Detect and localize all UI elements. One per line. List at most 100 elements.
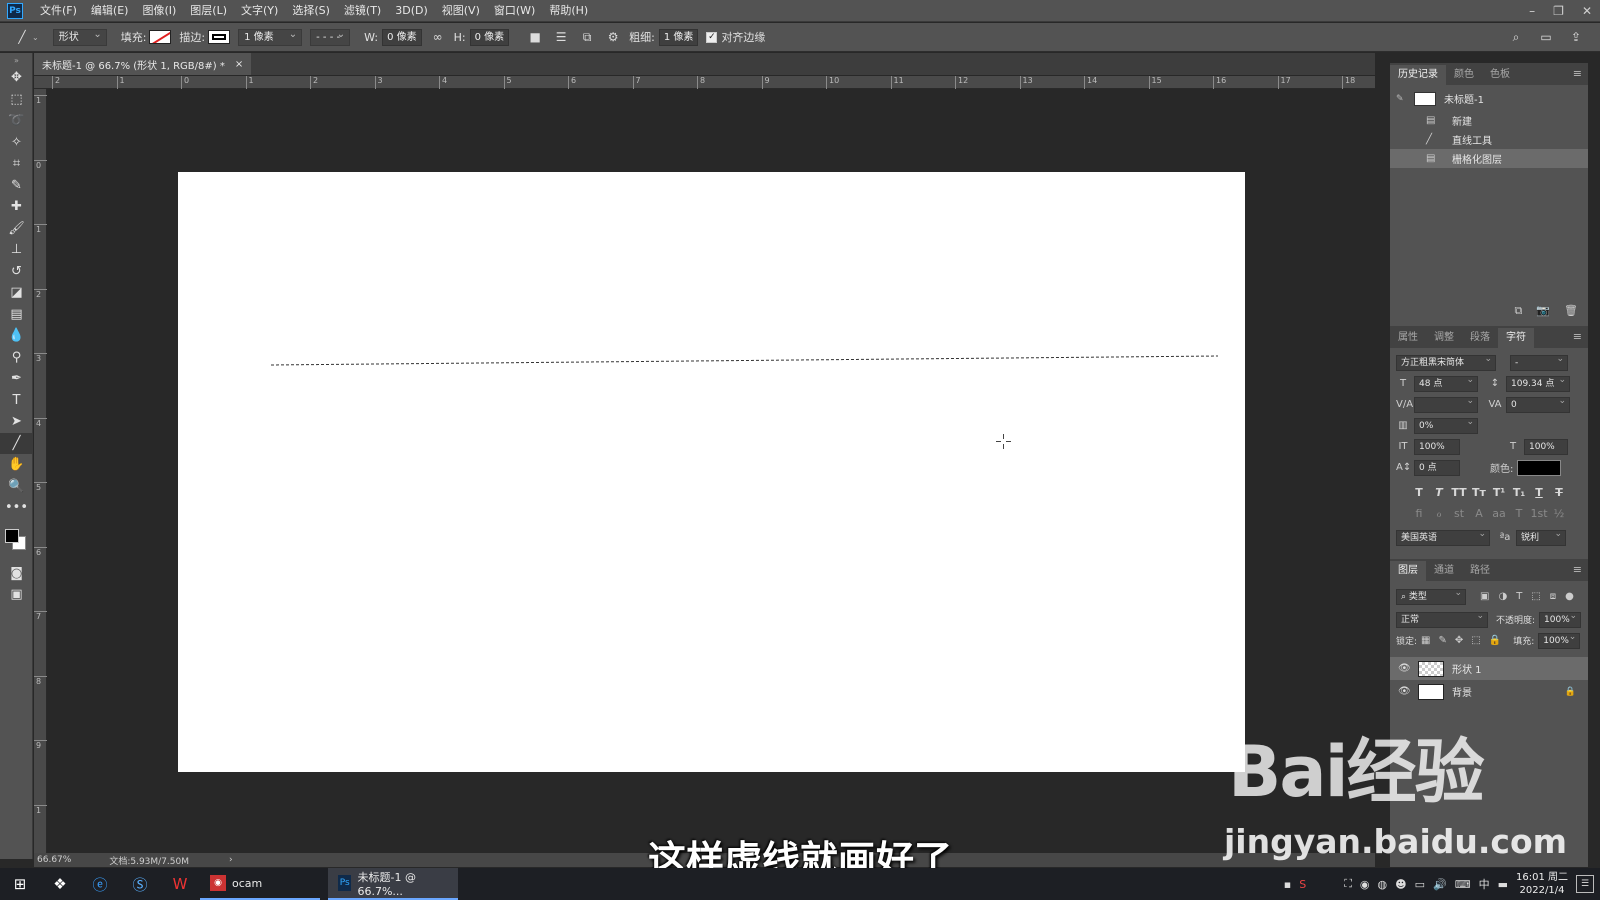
tracking-field[interactable]: 0 [1506,394,1570,413]
move-tool-icon[interactable]: ✥ [0,67,33,89]
menu-window[interactable]: 窗口(W) [487,0,542,22]
marquee-tool-icon[interactable]: ⬚ [0,89,33,111]
leading-field[interactable]: 109.34 点 [1506,373,1570,392]
tray-app-icon[interactable]: ▪ [1284,878,1291,891]
tab-paragraph[interactable]: 段落 [1462,328,1498,348]
baseline-shift-field[interactable]: 0 点 [1414,459,1460,476]
healing-brush-tool-icon[interactable]: ✚ [0,196,33,218]
qq-icon[interactable]: ☻ [1395,878,1406,891]
opacity-field[interactable]: 100% [1539,609,1582,628]
dodge-tool-icon[interactable]: ⚲ [0,347,33,369]
close-window-icon[interactable]: ✕ [1582,4,1592,18]
line-tool-active-icon[interactable]: ╱ [0,432,33,454]
menu-filter[interactable]: 滤镜(T) [337,0,388,22]
fill-swatch[interactable] [149,30,172,44]
tab-character[interactable]: 字符 [1498,328,1534,348]
weight-field[interactable]: 1 像素 [658,28,699,46]
fractions-button[interactable]: ½ [1550,507,1568,520]
strikethrough-button[interactable]: T [1550,486,1568,499]
lock-transparent-icon[interactable]: ▦ [1421,635,1430,646]
menu-file[interactable]: 文件(F) [33,0,84,22]
magic-wand-tool-icon[interactable]: ✧ [0,132,33,154]
stroke-style-select[interactable]: - - - - [310,27,351,46]
edge-browser-icon[interactable]: ⓔ [80,868,120,900]
superscript-button[interactable]: T¹ [1490,486,1508,499]
document-canvas[interactable] [178,172,1245,772]
notification-center-icon[interactable]: ☰ [1576,875,1594,893]
taskbar-app-photoshop[interactable]: Ps 未标题-1 @ 66.7%... [328,868,458,900]
network-status-icon[interactable]: ⛶ [1344,877,1352,891]
text-color-swatch[interactable] [1517,459,1562,476]
path-alignment-icon[interactable]: ☰ [553,29,569,45]
close-tab-icon[interactable]: × [235,59,243,70]
align-edges-checkbox[interactable]: ✓ [706,31,718,43]
all-caps-button[interactable]: TT [1450,486,1468,499]
workspace-icon[interactable]: ▭ [1538,29,1554,45]
history-item[interactable]: ▤ 新建 [1390,111,1588,130]
ordinals-button[interactable]: 1st [1530,507,1548,520]
taskbar-clock[interactable]: 16:01 周二 2022/1/4 [1516,871,1568,897]
tab-adjustments[interactable]: 调整 [1426,328,1462,348]
panel-menu-icon[interactable]: ≡ [1573,67,1582,80]
wps-office-icon[interactable]: W [160,868,200,900]
blend-mode-select[interactable]: 正常 [1396,609,1488,628]
small-caps-button[interactable]: Tт [1470,486,1488,499]
tool-mode-select[interactable]: 形状 [52,27,107,46]
crop-tool-icon[interactable]: ⌗ [0,153,33,175]
history-snapshot[interactable]: ✎ 未标题-1 [1390,89,1588,108]
history-item-selected[interactable]: ▤ 栅格化图层 [1390,149,1588,168]
stroke-swatch[interactable] [208,30,231,44]
kerning-field[interactable] [1414,394,1478,413]
type-tool-icon[interactable]: T [0,390,33,412]
history-brush-source-icon[interactable]: ✎ [1396,94,1408,104]
menu-help[interactable]: 帮助(H) [542,0,595,22]
tab-layers[interactable]: 图层 [1390,561,1426,581]
volume-icon[interactable]: 🔊 [1433,878,1447,891]
language-select[interactable]: 美国英语 [1396,527,1490,546]
titling-alternates-button[interactable]: T [1510,507,1528,520]
toolbar-collapse-icon[interactable]: » [0,53,33,67]
shape-filter-icon[interactable]: ⬚ [1531,591,1540,602]
tab-paths[interactable]: 路径 [1462,561,1498,581]
font-family-select[interactable]: 方正粗黑宋简体 [1396,352,1496,371]
font-size-field[interactable]: 48 点 [1414,373,1478,392]
faux-italic-button[interactable]: T [1430,486,1448,499]
lasso-tool-icon[interactable]: ➰ [0,110,33,132]
filter-toggle-icon[interactable]: ● [1565,591,1574,602]
screen-mode-icon[interactable]: ▣ [0,584,33,606]
smart-object-filter-icon[interactable]: ⧈ [1550,591,1556,602]
menu-3d[interactable]: 3D(D) [388,0,435,22]
height-field[interactable]: 0 像素 [469,28,510,46]
tab-color[interactable]: 颜色 [1446,65,1482,85]
eye-visibility-icon[interactable]: 👁 [1398,686,1411,697]
minimize-icon[interactable]: – [1529,4,1535,18]
discretionary-ligatures-button[interactable]: st [1450,507,1468,520]
menu-edit[interactable]: 编辑(E) [84,0,136,22]
path-arrangement-icon[interactable]: ⧉ [579,29,595,45]
path-operations-icon[interactable]: ■ [527,29,543,45]
faux-bold-button[interactable]: T [1410,486,1428,499]
gradient-tool-icon[interactable]: ▤ [0,304,33,326]
more-tools-icon[interactable]: ••• [0,497,33,519]
canvas-workspace[interactable] [48,90,1375,853]
sogou-browser-icon[interactable]: Ⓢ [120,868,160,900]
hand-tool-icon[interactable]: ✋ [0,454,33,476]
ligatures-button[interactable]: fi [1410,507,1428,520]
type-filter-icon[interactable]: T [1516,591,1522,602]
document-tab[interactable]: 未标题-1 @ 66.7% (形状 1, RGB/8#) * × [34,53,252,75]
antialias-select[interactable]: 锐利 [1516,527,1566,546]
menu-image[interactable]: 图像(I) [135,0,183,22]
tool-preset-picker[interactable]: ╱ ⌄ [14,29,38,45]
taskbar-app-ocam[interactable]: ◉ ocam [200,868,320,900]
sogou-ime-icon[interactable]: S [1299,878,1306,891]
lock-position-icon[interactable]: ✥ [1455,635,1463,646]
adjustment-filter-icon[interactable]: ◑ [1498,591,1507,602]
menu-layer[interactable]: 图层(L) [183,0,234,22]
tab-swatches[interactable]: 色板 [1482,65,1518,85]
vertical-scale-field[interactable]: 100% [1414,438,1460,455]
layer-filter-select[interactable]: ⌕ 类型 [1396,586,1466,605]
path-selection-tool-icon[interactable]: ➤ [0,411,33,433]
tab-history[interactable]: 历史记录 [1390,65,1446,85]
settings-gear-icon[interactable]: ⚙ [605,29,621,45]
contextual-alternates-button[interactable]: ℴ [1430,507,1448,520]
